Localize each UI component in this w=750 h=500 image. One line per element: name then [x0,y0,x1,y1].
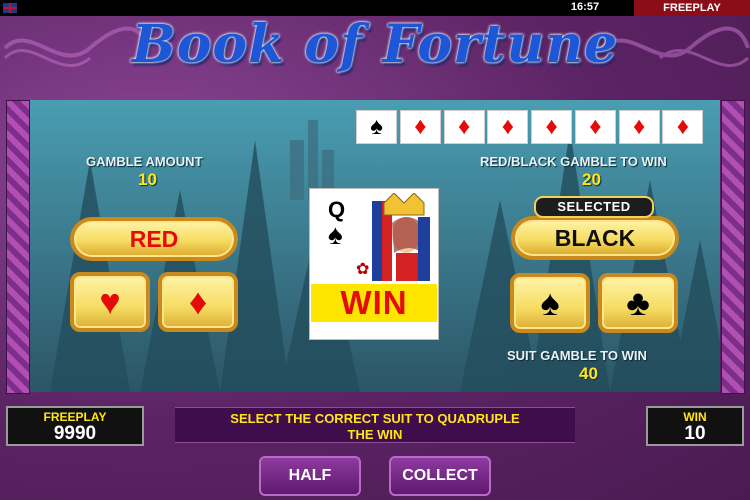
half-button[interactable]: HALF [259,456,361,496]
instruction-message: SELECT THE CORRECT SUIT TO QUADRUPLE THE… [175,407,575,443]
hearts-button[interactable]: ♥ [70,272,150,332]
diamonds-button[interactable]: ♦ [158,272,238,332]
history-card-spades: ♠ [356,110,398,144]
color-gamble-value: 20 [582,170,601,189]
win-value: 10 [684,423,706,444]
history-card-diamonds: ♦ [618,110,660,144]
uk-flag-icon[interactable] [3,3,17,13]
instruction-line-2: THE WIN [347,427,403,442]
game-logo: Book of Fortune [131,14,619,75]
right-pillar [721,100,745,394]
win-label: WIN [683,410,707,424]
black-button[interactable]: BLACK [511,216,679,260]
gamble-amount-label: GAMBLE AMOUNT [86,154,203,169]
card-suit-icon: ♠ [328,219,343,250]
history-card-diamonds: ♦ [487,110,529,144]
suit-gamble-label: SUIT GAMBLE TO WIN [507,348,647,363]
win-display: WIN 10 [646,406,744,446]
history-card-diamonds: ♦ [574,110,616,144]
left-pillar [6,100,30,394]
win-stamp: WIN [311,284,437,322]
spades-button[interactable]: ♠ [510,273,590,333]
gamble-amount-value: 10 [138,170,157,189]
suit-gamble-value: 40 [579,364,598,383]
instruction-line-1: SELECT THE CORRECT SUIT TO QUADRUPLE [230,411,520,426]
freeplay-balance-label: FREEPLAY [43,410,107,424]
red-button[interactable]: RED [70,217,238,261]
history-card-diamonds: ♦ [399,110,441,144]
history-card-diamonds: ♦ [662,110,704,144]
clubs-button[interactable]: ♣ [598,273,678,333]
freeplay-balance-value: 9990 [53,423,97,444]
collect-button[interactable]: COLLECT [389,456,491,496]
queen-portrait [372,193,430,281]
rose-icon: ✿ [356,261,370,278]
clock: 16:57 [570,1,600,13]
card-history: ♠ ♦ ♦ ♦ ♦ ♦ ♦ ♦ [356,110,706,144]
history-card-diamonds: ♦ [443,110,485,144]
selected-tag: SELECTED [534,196,654,218]
freeplay-balance: FREEPLAY 9990 [6,406,144,446]
color-gamble-label: RED/BLACK GAMBLE TO WIN [480,154,667,169]
history-card-diamonds: ♦ [531,110,573,144]
